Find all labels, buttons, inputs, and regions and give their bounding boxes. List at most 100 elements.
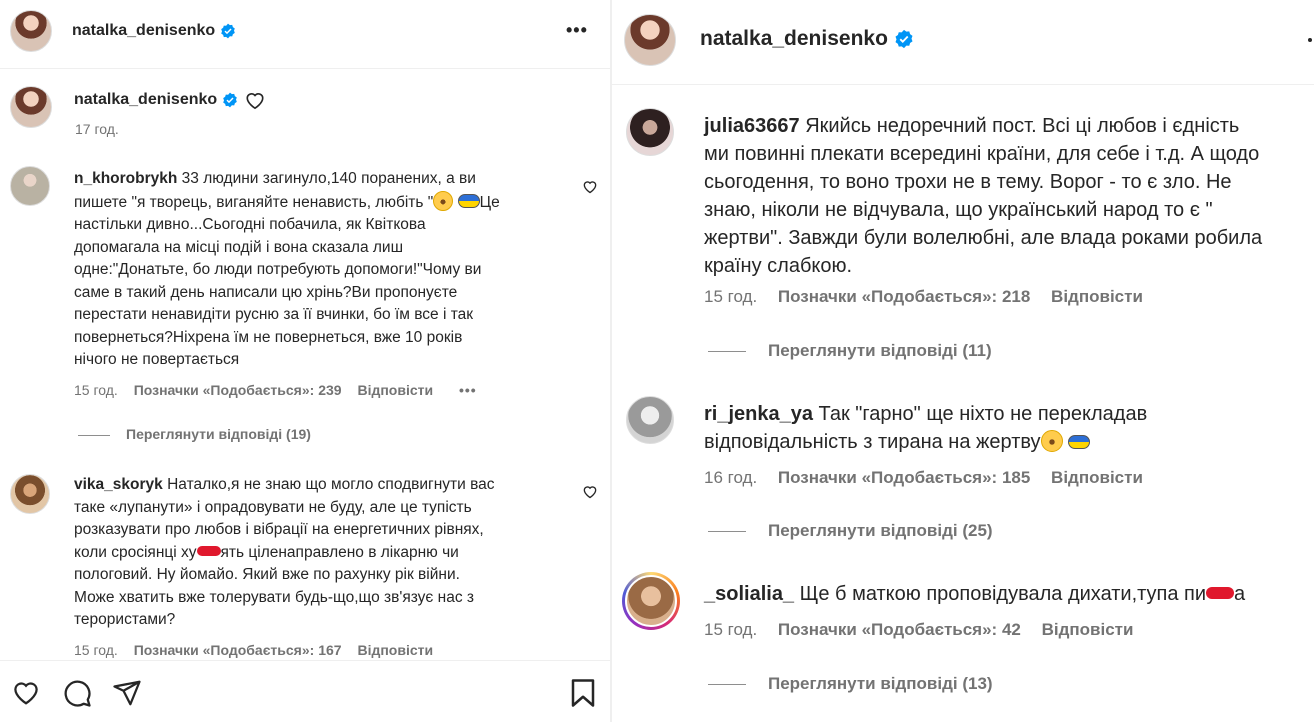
comment-time[interactable]: 15 год. xyxy=(74,382,118,398)
left-post-panel: natalka_denisenko ••• natalka_denisenko … xyxy=(0,0,610,722)
comment-username[interactable]: _solialia_ xyxy=(704,583,794,605)
comment-line: Може хватить вже толерувати будь-що,що з… xyxy=(74,588,474,606)
more-options-icon[interactable]: ••• xyxy=(566,20,588,41)
header-avatar[interactable] xyxy=(10,10,52,52)
comment-avatar[interactable] xyxy=(10,474,50,514)
action-bar xyxy=(0,660,610,722)
view-replies-button[interactable]: Переглянути відповіді (19) xyxy=(78,426,311,442)
comment-meta: 15 год. Позначки «Подобається»: 167 Відп… xyxy=(74,642,433,658)
comment-meta: 15 год. Позначки «Подобається»: 218 Відп… xyxy=(704,287,1143,307)
comment-line: пишете "я творець, виганяйте ненависть, … xyxy=(74,193,434,211)
comment-line: перестати ненавидіти русню за її вчинки,… xyxy=(74,306,474,323)
comment-username[interactable]: ri_jenka_ya xyxy=(704,403,813,425)
censor-mark xyxy=(1206,587,1235,599)
header-avatar[interactable] xyxy=(624,14,676,66)
comment-time[interactable]: 16 год. xyxy=(704,468,757,487)
comment-likes[interactable]: Позначки «Подобається»: 167 xyxy=(134,642,342,658)
bookmark-icon[interactable] xyxy=(570,678,596,708)
comment-text: n_khorobrykh 33 людини загинуло,140 пора… xyxy=(74,168,574,372)
comment-meta: 16 год. Позначки «Подобається»: 185 Відп… xyxy=(704,468,1143,488)
share-icon[interactable] xyxy=(112,678,142,708)
comment-line: Якийсь недоречний пост. Всі ці любов і є… xyxy=(805,115,1240,137)
reply-button[interactable]: Відповісти xyxy=(1051,287,1143,306)
comment-time[interactable]: 15 год. xyxy=(704,620,757,639)
view-replies-button[interactable]: Переглянути відповіді (25) xyxy=(708,521,993,541)
comment-time[interactable]: 15 год. xyxy=(74,642,118,658)
reply-button[interactable]: Відповісти xyxy=(357,642,433,658)
header-username[interactable]: natalka_denisenko xyxy=(700,27,888,50)
view-replies-label: Переглянути відповіді (11) xyxy=(768,341,992,360)
comment-avatar xyxy=(625,575,677,627)
comment-text: vika_skoryk Наталко,я не знаю що могло с… xyxy=(74,474,574,632)
caption-username[interactable]: natalka_denisenko xyxy=(74,91,217,108)
heart-icon[interactable] xyxy=(244,90,266,110)
astonished-emoji-icon xyxy=(1040,430,1063,452)
comment-line: розказувати про любов і вібрації на енер… xyxy=(74,521,484,538)
comment-line: ять цiленаправлено в лікарню чи xyxy=(220,543,459,561)
replies-line xyxy=(708,351,746,353)
comment-line: ми повинні плекати всередині країни, для… xyxy=(704,143,1260,165)
more-options-icon[interactable] xyxy=(1308,38,1312,42)
comment-line: країну слабкою. xyxy=(704,255,853,277)
comment-line: коли сросіянці ху xyxy=(74,543,197,561)
header-divider xyxy=(0,68,610,69)
comment-text: ri_jenka_ya Так "гарно" ще ніхто не пере… xyxy=(704,400,1304,456)
header-user: natalka_denisenko xyxy=(72,22,236,40)
comment-icon[interactable] xyxy=(62,678,92,708)
reply-button[interactable]: Відповісти xyxy=(1051,468,1143,487)
comment-avatar[interactable] xyxy=(626,108,674,156)
verified-badge-icon xyxy=(895,30,913,49)
comment-text: julia63667 Якийсь недоречний пост. Всі ц… xyxy=(704,112,1304,280)
comment-line: жертви". Завжди були волелюбні, але влад… xyxy=(704,227,1263,249)
like-comment-heart-icon[interactable] xyxy=(582,484,598,499)
caption-avatar[interactable] xyxy=(10,86,52,128)
verified-badge-icon xyxy=(222,92,237,108)
comment-meta: 15 год. Позначки «Подобається»: 42 Відпо… xyxy=(704,620,1133,640)
comment-likes[interactable]: Позначки «Подобається»: 185 xyxy=(778,468,1030,487)
comment-text: _solialia_ Ще б маткою проповідувала дих… xyxy=(704,580,1304,608)
comment-line: одне:"Донатьте, бо люди потребують допом… xyxy=(74,261,482,278)
comment-line: нічого не повертається xyxy=(74,351,240,368)
reply-button[interactable]: Відповісти xyxy=(1042,620,1134,639)
comment-more-icon[interactable]: ••• xyxy=(459,382,477,398)
comment-avatar[interactable] xyxy=(626,396,674,444)
comment-line: Це xyxy=(479,193,500,211)
like-comment-heart-icon[interactable] xyxy=(582,179,598,194)
comment-line: сьогодення, то воно трохи не в тему. Вор… xyxy=(704,171,1232,193)
comment-line: саме в такий день написали цю хрінь?Ви п… xyxy=(74,283,458,301)
reply-button[interactable]: Відповісти xyxy=(357,382,433,398)
comment-line: 33 людини загинуло,140 поранених, а ви xyxy=(181,170,476,187)
caption-time[interactable]: 17 год. xyxy=(75,121,119,137)
view-replies-button[interactable]: Переглянути відповіді (11) xyxy=(708,341,992,361)
comment-line: Ще б маткою проповідувала дихати,тупа пи xyxy=(799,583,1207,605)
like-heart-icon[interactable] xyxy=(11,678,41,706)
comment-line: а xyxy=(1234,583,1246,605)
replies-line xyxy=(708,684,746,686)
comment-line: допомагала на місці подій і вона сказала… xyxy=(74,238,404,256)
comment-likes[interactable]: Позначки «Подобається»: 218 xyxy=(778,287,1030,306)
right-post-panel: natalka_denisenko julia63667 Якийсь недо… xyxy=(612,0,1314,722)
header-username[interactable]: natalka_denisenko xyxy=(72,22,215,39)
action-bar-divider xyxy=(0,660,610,661)
comment-time[interactable]: 15 год. xyxy=(704,287,757,306)
ukraine-heart-emoji-icon xyxy=(1068,435,1091,449)
comment-line: настільки дивно...Сьогодні побачила, як … xyxy=(74,216,426,233)
comment-username[interactable]: vika_skoryk xyxy=(74,476,163,493)
view-replies-button[interactable]: Переглянути відповіді (13) xyxy=(708,674,993,694)
comment-username[interactable]: julia63667 xyxy=(704,115,800,137)
comment-line: пологовий. Ну йомайо. Який вже по рахунк… xyxy=(74,566,460,583)
verified-badge-icon xyxy=(220,23,235,39)
comment-line: Так "гарно" ще ніхто не перекладав xyxy=(818,403,1148,425)
comment-likes[interactable]: Позначки «Подобається»: 42 xyxy=(778,620,1021,639)
view-replies-label: Переглянути відповіді (19) xyxy=(126,426,311,442)
view-replies-label: Переглянути відповіді (13) xyxy=(768,674,993,693)
comment-likes[interactable]: Позначки «Подобається»: 239 xyxy=(134,382,342,398)
comment-username[interactable]: n_khorobrykh xyxy=(74,170,177,187)
header-user: natalka_denisenko xyxy=(700,27,914,51)
comment-line: повернеться?Ніхрена їм не повернеться, в… xyxy=(74,328,463,346)
comment-avatar-story-ring[interactable] xyxy=(622,572,680,630)
comment-avatar[interactable] xyxy=(10,166,50,206)
comment-line: відповідальність з тирана на жертву xyxy=(704,431,1041,453)
astonished-emoji-icon xyxy=(433,190,454,211)
replies-line xyxy=(708,531,746,533)
